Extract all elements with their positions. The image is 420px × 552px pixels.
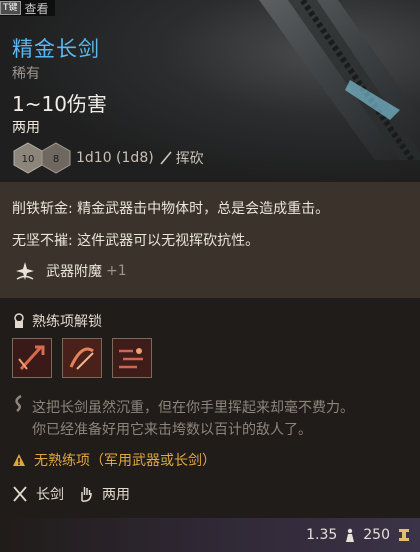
key-badge: T键 (0, 1, 21, 15)
item-handedness: 两用 (12, 120, 40, 136)
item-name: 精金长剑 (12, 37, 100, 61)
details-panel: 熟练项解锁 这把长剑虽然沉重，但在你手里挥起来却毫不费力。 你已经准备好用它来击… (0, 298, 420, 518)
item-rarity: 稀有 (12, 66, 40, 82)
item-header: T键 查看 精金长剑 稀有 1~10伤害 两用 10 8 1d10 (1d8) … (0, 0, 420, 182)
gold-value: 250 (363, 527, 390, 543)
skill-slot-1[interactable] (12, 338, 52, 378)
gold-icon (399, 529, 409, 541)
enchantment-value: +1 (106, 263, 127, 279)
cleave-icon (63, 339, 101, 377)
flavor-text-line1: 这把长剑虽然沉重，但在你手里挥起来却毫不费力。 (32, 400, 354, 416)
properties-panel: 削铁斩金: 精金武器击中物体时，总是会造成重击。 无坚不摧: 这件武器可以无视挥… (0, 182, 420, 298)
damage-type: 挥砍 (175, 151, 204, 167)
inspect-hint[interactable]: T键 查看 (0, 0, 55, 16)
proficiency-unlock-label: 熟练项解锁 (32, 314, 102, 330)
inspect-label: 查看 (24, 1, 49, 16)
proficiency-warning: 无熟练项（军用武器或长剑） (12, 450, 216, 470)
skill-slot-2[interactable] (62, 338, 102, 378)
dice-d8-label: 8 (53, 154, 59, 165)
dice-row: 10 8 1d10 (1d8) 挥砍 (12, 141, 204, 175)
hand-icon (81, 487, 92, 502)
property-unbreakable: 无坚不摧: 这件武器可以无视挥砍抗性。 (12, 233, 260, 249)
flavor-text-line2: 你已经准备好用它来击垮数以百计的敌人了。 (32, 422, 312, 438)
proficiency-unlock-row: 熟练项解锁 (12, 311, 102, 331)
warning-text: 无熟练项（军用武器或长剑） (34, 453, 216, 469)
item-damage: 1~10伤害 (12, 92, 107, 116)
skill-list (12, 338, 152, 378)
item-art-blade (259, 0, 420, 160)
dice-formula: 1d10 (1d8) (76, 150, 154, 166)
weight-icon (346, 528, 355, 542)
enchantment-row: 武器附魔 +1 (14, 258, 127, 284)
weight-value: 1.35 (306, 527, 338, 543)
enchantment-label: 武器附魔 (46, 264, 102, 280)
property-adamantine: 削铁斩金: 精金武器击中物体时，总是会造成重击。 (12, 201, 330, 217)
quote-icon (15, 394, 22, 412)
handedness-tag: 两用 (102, 487, 130, 503)
warning-icon (13, 454, 25, 466)
slash-icon (160, 151, 172, 165)
weapon-tags: 长剑 两用 (12, 484, 144, 504)
sword-strike-icon (13, 339, 51, 377)
enchantment-icon (16, 262, 34, 280)
weapon-type-tag: 长剑 (36, 487, 64, 503)
dice-icon: 10 8 (13, 142, 71, 174)
crossed-swords-icon (13, 486, 27, 502)
item-footer: 1.35 250 (0, 518, 420, 552)
skill-slot-3[interactable] (112, 338, 152, 378)
unlock-icon (14, 313, 24, 328)
lacerate-icon (113, 339, 151, 377)
dice-d10-label: 10 (22, 154, 35, 165)
